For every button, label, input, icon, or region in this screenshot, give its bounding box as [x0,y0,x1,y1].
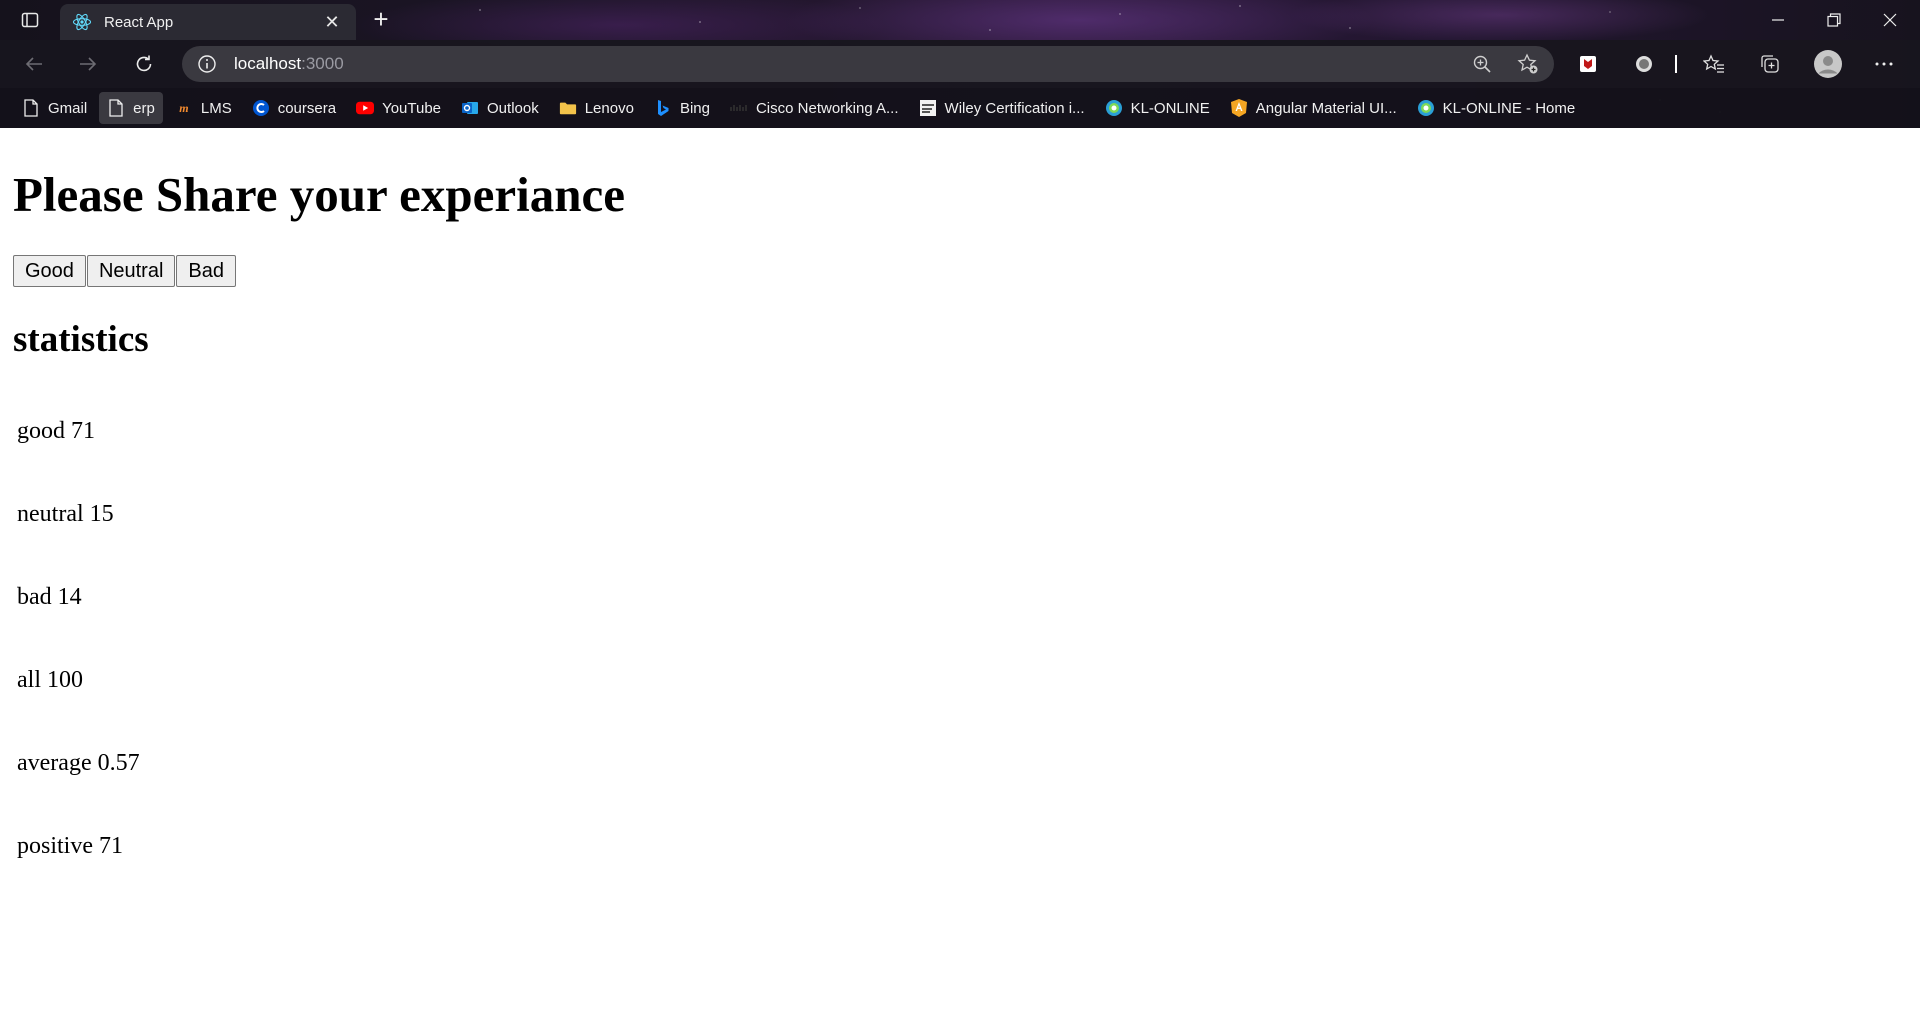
bookmark-label: KL-ONLINE - Home [1442,99,1576,117]
bookmark-label: KL-ONLINE [1130,99,1210,117]
angular-icon [1230,99,1248,117]
address-bar[interactable]: localhost:3000 [182,46,1554,82]
collections-icon[interactable] [1752,48,1788,80]
stat-average: average 0.57 [17,750,140,776]
react-icon [72,12,92,32]
site-info-icon[interactable] [196,53,218,75]
bookmark-lms[interactable]: m LMS [167,92,240,124]
tab-strip: React App ✕ + [0,0,1920,40]
stat-bad: bad 14 [17,584,82,610]
stat-all: all 100 [17,667,83,693]
bookmark-bing[interactable]: Bing [646,92,718,124]
browser-toolbar: localhost:3000 [0,40,1920,88]
back-button[interactable] [16,48,52,80]
tab-title: React App [104,13,174,31]
bookmark-label: erp [133,99,155,117]
stat-positive: positive 71 [17,833,123,859]
feedback-buttons: Good Neutral Bad [13,255,237,287]
bookmark-youtube[interactable]: YouTube [348,92,449,124]
browser-chrome: React App ✕ + localhost:3000 Gmail erp … [0,0,1920,128]
neutral-button[interactable]: Neutral [86,255,176,287]
bookmark-gmail[interactable]: Gmail [14,92,95,124]
tab-actions-icon[interactable] [10,6,50,34]
statistics-heading: statistics [13,319,149,360]
new-tab-button[interactable]: + [366,6,396,34]
bookmark-label: Cisco Networking A... [755,99,899,117]
lms-icon: m [179,100,189,115]
youtube-icon [356,99,375,117]
more-menu-icon[interactable] [1866,48,1902,80]
mcafee-extension-icon[interactable] [1570,48,1606,80]
bookmark-label: Lenovo [584,99,634,117]
extension-circle-icon[interactable] [1626,48,1662,80]
bing-icon [654,99,672,117]
page-icon [22,99,40,117]
kl-icon [1105,99,1123,117]
bookmark-wiley[interactable]: Wiley Certification i... [911,92,1093,124]
bookmark-label: Outlook [487,99,539,117]
wiley-icon [919,99,937,117]
add-favorite-icon[interactable] [1512,48,1544,80]
url-host: localhost [234,54,302,73]
toolbar-divider [1658,48,1694,80]
bookmark-cisco[interactable]: Cisco Networking A... [722,92,907,124]
bookmark-outlook[interactable]: Outlook [453,92,547,124]
refresh-button[interactable] [126,48,162,80]
forward-button[interactable] [70,48,106,80]
tab-react-app[interactable]: React App ✕ [60,4,356,40]
stat-good: good 71 [17,418,95,444]
bookmark-lenovo[interactable]: Lenovo [551,92,642,124]
stat-neutral: neutral 15 [17,501,114,527]
restore-button[interactable] [1806,0,1862,40]
profile-avatar[interactable] [1810,48,1846,80]
kl-icon [1417,99,1435,117]
favorites-icon[interactable] [1696,48,1732,80]
bookmark-coursera[interactable]: coursera [244,92,344,124]
bad-button[interactable]: Bad [176,255,237,287]
zoom-icon[interactable] [1466,48,1498,80]
bookmark-kl-online[interactable]: KL-ONLINE [1097,92,1218,124]
bookmark-label: LMS [200,99,232,117]
minimize-button[interactable] [1750,0,1806,40]
outlook-icon [461,99,479,117]
good-button[interactable]: Good [13,255,86,287]
page-content: Please Share your experiance Good Neutra… [0,128,1920,1030]
page-icon [107,99,125,117]
bookmark-erp[interactable]: erp [99,92,163,124]
folder-icon [559,99,577,117]
page-title: Please Share your experiance [13,167,625,222]
close-tab-icon[interactable]: ✕ [320,10,344,34]
bookmark-kl-online-home[interactable]: KL-ONLINE - Home [1409,92,1584,124]
url-port: :3000 [301,54,344,73]
bookmark-label: coursera [277,99,337,117]
coursera-icon [252,99,270,117]
bookmark-label: Wiley Certification i... [944,99,1085,117]
bookmark-angular-material[interactable]: Angular Material UI... [1222,92,1405,124]
cisco-icon [730,99,748,117]
bookmark-label: YouTube [382,99,442,117]
bookmark-label: Bing [679,99,710,117]
bookmark-label: Angular Material UI... [1255,99,1397,117]
close-window-button[interactable] [1862,0,1918,40]
bookmarks-bar: Gmail erp m LMS coursera YouTube Outlook… [0,88,1920,128]
bookmark-label: Gmail [48,99,88,117]
